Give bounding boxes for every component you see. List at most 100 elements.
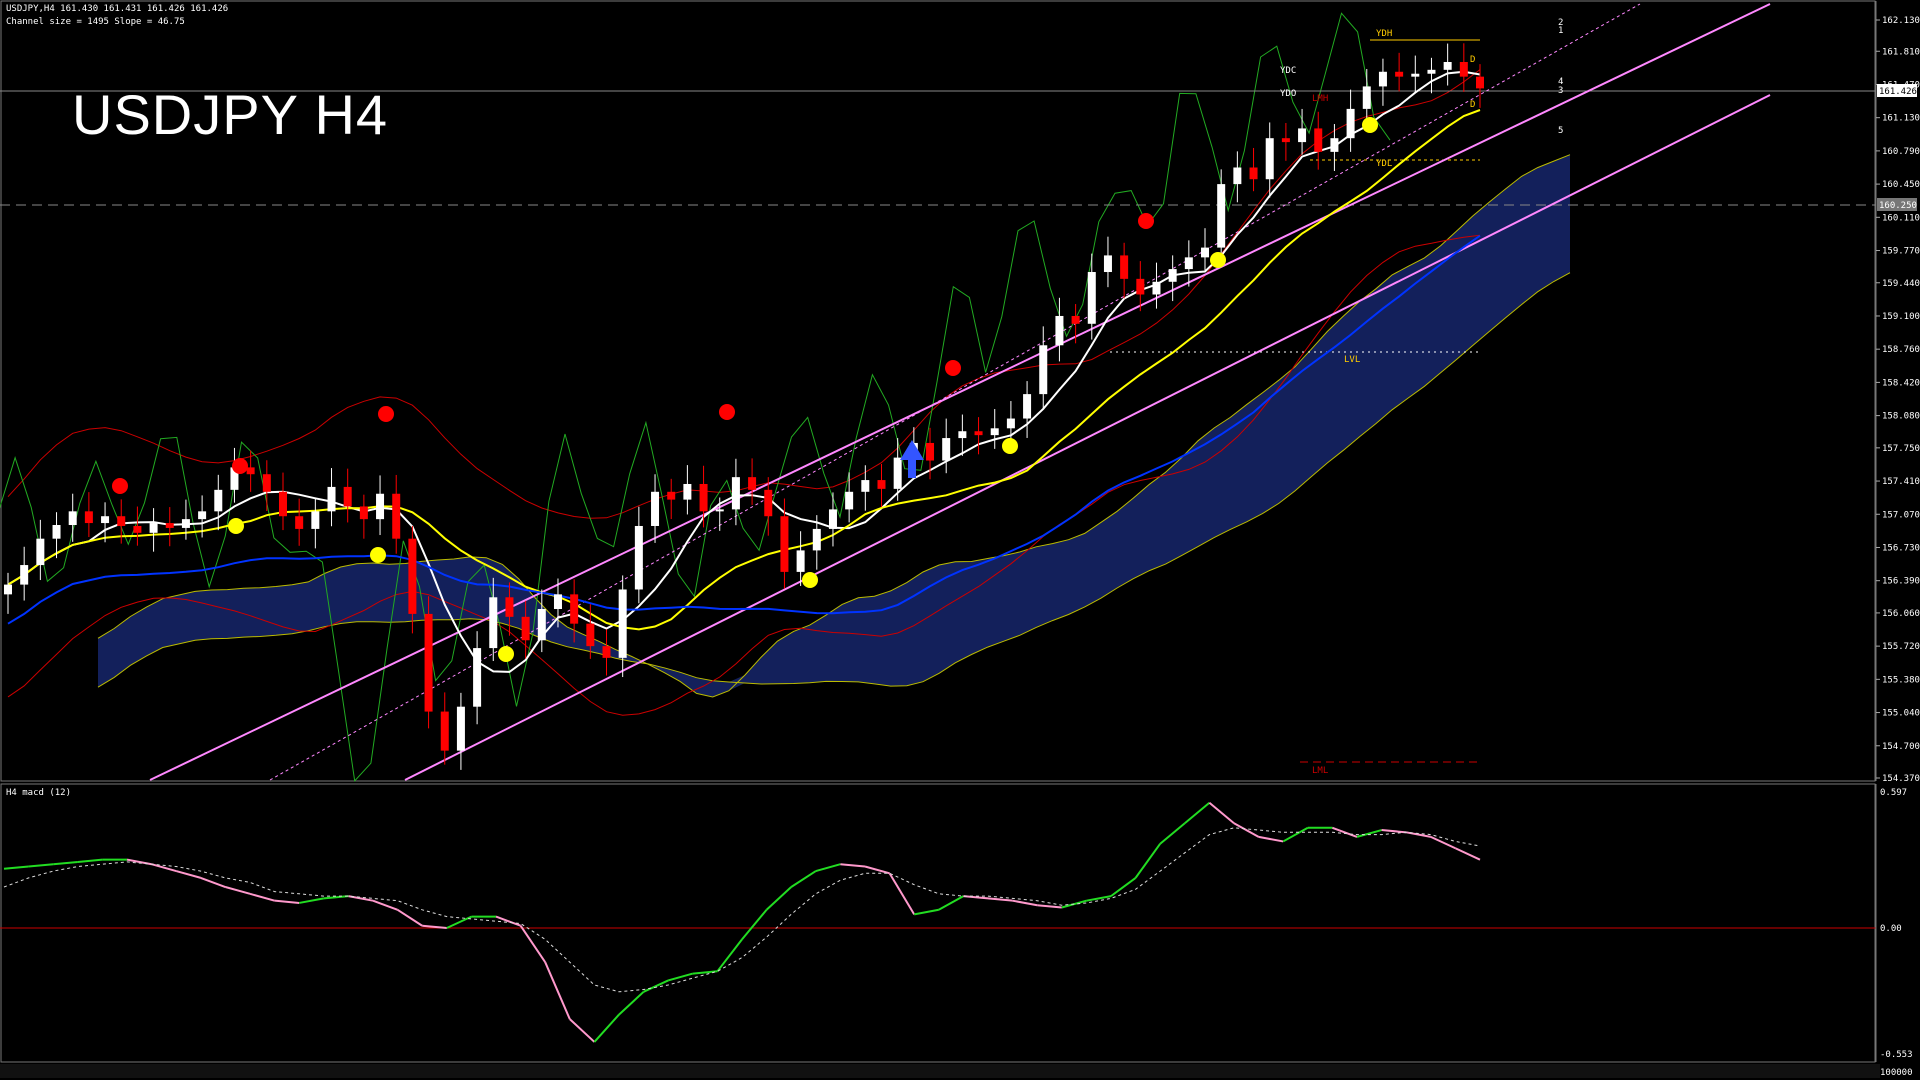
candle-body <box>392 493 401 539</box>
macd-segment <box>716 938 743 972</box>
candle-body <box>537 609 546 641</box>
candle-body <box>1055 315 1064 346</box>
cloud-area <box>98 154 1570 697</box>
macd-segment <box>1332 826 1358 838</box>
candle-body <box>1298 128 1307 143</box>
price-tick-label: 157.410 <box>1882 477 1920 487</box>
macd-segment <box>593 1013 620 1043</box>
price-tick-label: 155.380 <box>1882 675 1920 685</box>
price-tick-label: 158.080 <box>1882 412 1920 422</box>
candle-body <box>1184 257 1193 270</box>
candle-body <box>181 519 190 528</box>
ma-white <box>7 70 1481 673</box>
price-tick-label: 155.720 <box>1882 642 1920 652</box>
price-tick-label: 155.040 <box>1882 709 1920 719</box>
candle-body <box>505 597 514 617</box>
candle-body <box>618 589 627 658</box>
candle-body <box>68 511 77 526</box>
candle-body <box>262 474 271 492</box>
price-tick-label: 162.130 <box>1882 16 1920 26</box>
candle-body <box>327 486 336 512</box>
candle-body <box>1281 138 1290 143</box>
candle-body <box>926 442 935 461</box>
bottom-right: 100000 <box>1880 1068 1913 1078</box>
candle-body <box>683 483 692 500</box>
candle-body <box>699 483 708 512</box>
macd-segment <box>914 908 939 916</box>
price-tick-label: 160.790 <box>1882 147 1920 157</box>
candle-body <box>1411 73 1420 77</box>
candle-body <box>456 706 465 751</box>
candle-body <box>634 525 643 590</box>
candle-body <box>473 648 482 707</box>
macd-segment <box>3 865 29 870</box>
candle-body <box>974 431 983 436</box>
candle-body <box>1346 108 1355 139</box>
label-n5: 5 <box>1558 126 1563 136</box>
candle-body <box>1265 138 1274 180</box>
price-axis: 162.130161.810161.470161.130160.790160.4… <box>1875 1 1920 784</box>
macd-signal-line <box>3 827 1481 993</box>
macd-segment <box>618 991 645 1016</box>
bottom-scrollbar[interactable] <box>0 1064 1880 1078</box>
macd-axis-zero_label: 0.00 <box>1880 924 1902 934</box>
symbol-header: USDJPY,H4 161.430 161.431 161.426 161.42… <box>6 4 229 14</box>
price-tick-label: 157.070 <box>1882 510 1920 520</box>
candle-body <box>424 613 433 712</box>
candle-body <box>748 477 757 490</box>
candle-body <box>1233 167 1242 185</box>
buy-marker <box>802 572 818 588</box>
candle-body <box>1378 71 1387 87</box>
candle-body <box>101 516 110 524</box>
candle-body <box>942 438 951 461</box>
macd-segment <box>1430 835 1456 850</box>
macd-segment <box>987 897 1013 902</box>
candle-body <box>1314 128 1323 152</box>
candle-body <box>1427 69 1436 74</box>
channel-info: Channel size = 1495 Slope = 46.75 <box>6 17 185 27</box>
sell-marker <box>1138 213 1154 229</box>
candle-body <box>1152 281 1161 295</box>
price-tick-label: 156.390 <box>1882 577 1920 587</box>
label-n3: 3 <box>1558 86 1563 96</box>
candle-body <box>376 493 385 520</box>
candle-body <box>1168 269 1177 282</box>
dashed-level-label: 160.250 <box>1879 201 1917 211</box>
macd-segment <box>1086 895 1112 902</box>
ma-yellow <box>7 109 1481 631</box>
candle-body <box>1217 184 1226 248</box>
candle-body <box>1103 255 1112 273</box>
candle-body <box>149 523 158 533</box>
channel-upper <box>149 3 1771 781</box>
macd-segment <box>1037 904 1062 909</box>
macd-segment <box>840 863 866 868</box>
label-lmh: LMH <box>1312 94 1328 104</box>
candle-body <box>812 528 821 551</box>
macd-segment <box>1110 877 1137 897</box>
candle-body <box>586 623 595 647</box>
regression-channel <box>149 3 1771 781</box>
candle-body <box>845 491 854 510</box>
candle-body <box>84 511 93 524</box>
candle-body <box>958 431 967 439</box>
macd-segment <box>77 858 103 863</box>
label-ydc: YDC <box>1280 66 1296 76</box>
signal-markers <box>112 117 1378 662</box>
candle-body <box>861 480 870 492</box>
macd-segment <box>53 860 78 866</box>
candle-body <box>408 538 417 614</box>
macd-segment <box>175 870 202 879</box>
macd-segment <box>643 979 669 993</box>
macd-title: H4 macd (12) <box>6 788 72 798</box>
buy-marker <box>498 646 514 662</box>
label-ydh: YDH <box>1376 29 1392 39</box>
candle-body <box>667 491 676 500</box>
macd-segment <box>741 909 768 941</box>
candle-body <box>20 565 29 585</box>
price-tick-label: 158.420 <box>1882 378 1920 388</box>
candle-body <box>489 597 498 649</box>
macd-segment <box>1184 801 1211 824</box>
candle-body <box>796 550 805 572</box>
macd-segment <box>815 863 841 873</box>
price-tick-label: 160.110 <box>1882 213 1920 223</box>
